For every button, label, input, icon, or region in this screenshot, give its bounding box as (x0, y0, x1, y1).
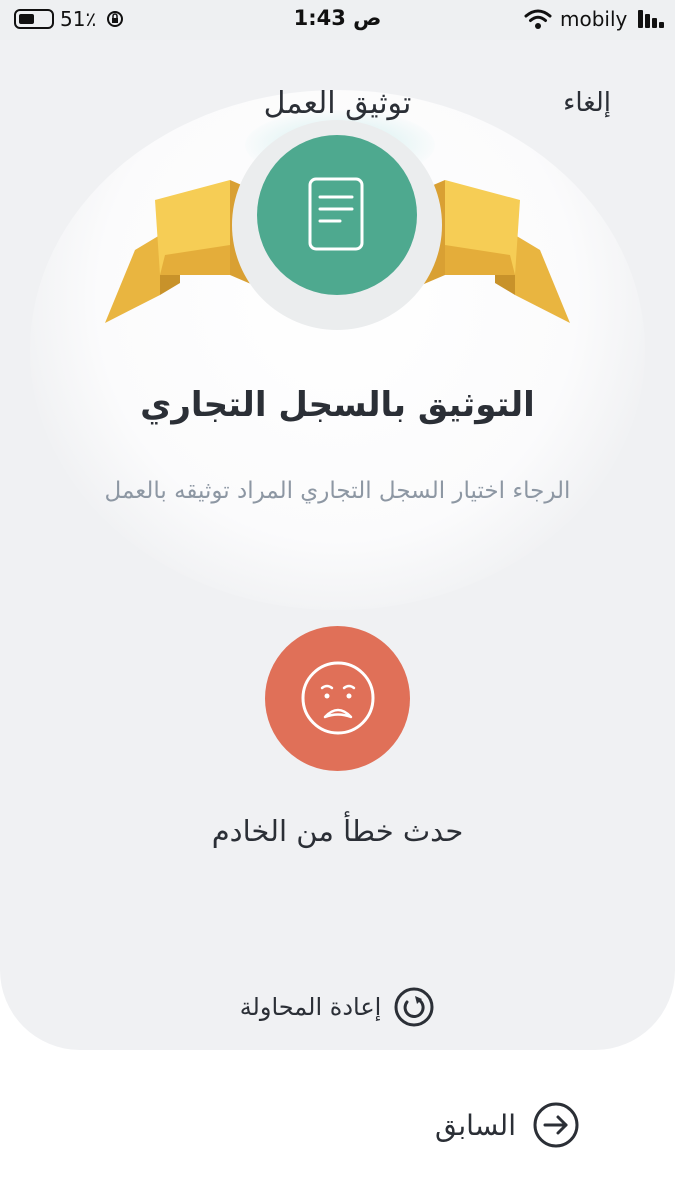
main-card: توثيق العمل إلغاء التوثيق بالسجل التجاري… (0, 0, 675, 1050)
screen: توثيق العمل إلغاء التوثيق بالسجل التجاري… (0, 0, 675, 1200)
sad-face-icon (301, 661, 375, 735)
cancel-button[interactable]: إلغاء (563, 88, 611, 118)
carrier-name: mobily (560, 7, 628, 31)
document-icon (308, 177, 364, 251)
wifi-icon (524, 9, 552, 29)
error-message: حدث خطأ من الخادم (211, 814, 464, 848)
arrow-right-icon (533, 1102, 579, 1148)
previous-button[interactable]: السابق (420, 1095, 595, 1155)
retry-button[interactable]: إعادة المحاولة (225, 980, 450, 1034)
section-subtitle: الرجاء اختيار السجل التجاري المراد توثيق… (104, 478, 571, 504)
signal-icon (638, 10, 664, 28)
previous-label: السابق (435, 1108, 516, 1142)
section-title: التوثيق بالسجل التجاري (140, 385, 535, 425)
retry-label: إعادة المحاولة (239, 993, 382, 1021)
status-bar: 51٪ 1:43 ص mobily (0, 0, 675, 40)
refresh-icon (394, 987, 434, 1027)
